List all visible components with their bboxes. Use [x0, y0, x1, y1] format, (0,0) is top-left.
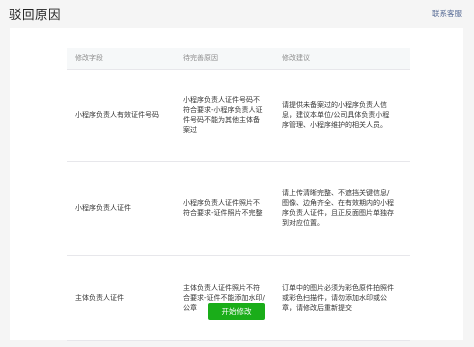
rejection-card: 修改字段 待完善原因 修改建议 小程序负责人有效证件号码 小程序负责人证件号码不…	[10, 28, 463, 341]
start-edit-button[interactable]: 开始修改	[208, 303, 265, 320]
column-header-field: 修改字段	[67, 48, 175, 70]
rejection-reasons-table: 修改字段 待完善原因 修改建议 小程序负责人有效证件号码 小程序负责人证件号码不…	[67, 48, 410, 341]
column-header-suggestion: 修改建议	[274, 48, 410, 70]
page-title: 驳回原因	[9, 7, 62, 22]
row-reason: 主体负责人证件照片不符合要求-证件不能添加水印/公章	[175, 255, 274, 341]
row-field: 小程序负责人证件	[67, 161, 175, 256]
action-bar: 开始修改	[10, 299, 463, 320]
page-header: 驳回原因 联系客服	[0, 0, 474, 26]
row-suggestion: 订单中的图片必须为彩色原件拍照件或彩色扫描件，请勿添加水印或公章，请修改后重新提…	[274, 255, 410, 341]
table-header-row: 修改字段 待完善原因 修改建议	[67, 48, 410, 70]
row-field: 主体负责人证件	[67, 255, 175, 341]
row-suggestion: 请上传清晰完整、不遮挡关键信息/图像、边角齐全、在有效期内的小程序负责人证件，且…	[274, 161, 410, 256]
table-row: 小程序负责人有效证件号码 小程序负责人证件号码不符合要求-小程序负责人证件号码不…	[67, 69, 410, 162]
table-row: 小程序负责人证件 小程序负责人证件照片不符合要求-证件照片不完整 请上传清晰完整…	[67, 161, 410, 256]
contact-support-link[interactable]: 联系客服	[432, 8, 462, 19]
column-header-reason: 待完善原因	[175, 48, 274, 70]
row-reason: 小程序负责人证件号码不符合要求-小程序负责人证件号码不能为其他主体备案过	[175, 69, 274, 162]
table-row: 主体负责人证件 主体负责人证件照片不符合要求-证件不能添加水印/公章 订单中的图…	[67, 255, 410, 341]
row-suggestion: 请提供未备案过的小程序负责人信息，建议本单位/公司具体负责小程序管理、小程序维护…	[274, 69, 410, 162]
row-field: 小程序负责人有效证件号码	[67, 69, 175, 162]
bottom-strip	[0, 341, 474, 347]
row-reason: 小程序负责人证件照片不符合要求-证件照片不完整	[175, 161, 274, 256]
